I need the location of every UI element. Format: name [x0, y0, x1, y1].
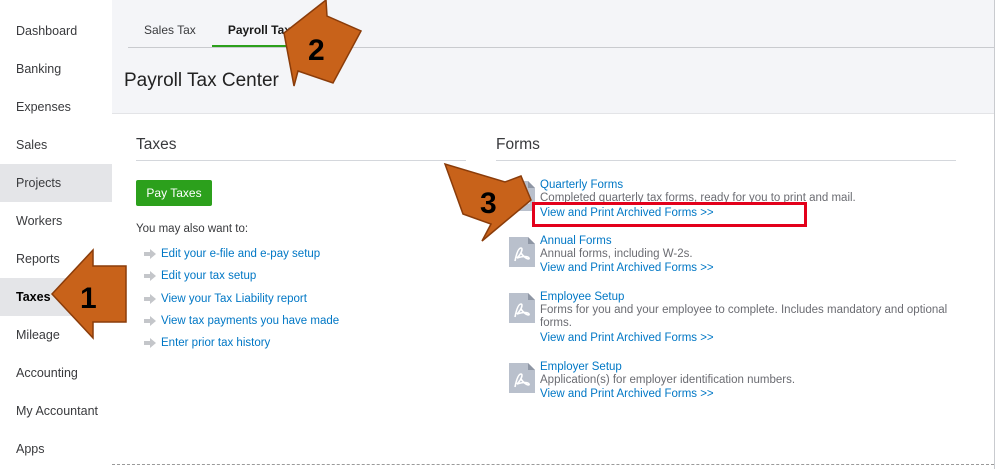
employer-setup-desc: Application(s) for employer identificati… [540, 374, 796, 386]
sidebar-item-reports[interactable]: Reports [0, 240, 112, 278]
employee-setup-desc: Forms for you and your employee to compl… [540, 304, 948, 329]
quarterly-forms-link[interactable]: Quarterly Forms [540, 179, 623, 191]
right-arrow-icon [144, 338, 156, 349]
tab-payroll-tax[interactable]: Payroll Tax [211, 14, 307, 48]
taxes-section-divider [136, 160, 466, 161]
tax-liability-report-link[interactable]: View your Tax Liability report [161, 293, 307, 305]
sidebar-item-banking[interactable]: Banking [0, 50, 112, 88]
taxes-section-title: Taxes [136, 136, 177, 153]
sidebar-item-apps[interactable]: Apps [0, 430, 112, 468]
forms-section-divider [496, 160, 956, 161]
tab-bar: Sales Tax Payroll Tax [128, 14, 307, 48]
sidebar-item-dashboard[interactable]: Dashboard [0, 12, 112, 50]
right-arrow-icon [144, 271, 156, 282]
sidebar-item-expenses[interactable]: Expenses [0, 88, 112, 126]
prior-tax-history-link[interactable]: Enter prior tax history [161, 337, 270, 349]
sidebar-item-projects[interactable]: Projects [0, 164, 112, 202]
pdf-document-icon [509, 363, 535, 393]
annual-archived-link[interactable]: View and Print Archived Forms >> [540, 262, 714, 274]
employee-setup-archived-link[interactable]: View and Print Archived Forms >> [540, 332, 714, 344]
list-item: Edit your e-file and e-pay setup [144, 243, 339, 265]
taxes-link-list: Edit your e-file and e-pay setup Edit yo… [144, 243, 339, 354]
edit-tax-setup-link[interactable]: Edit your tax setup [161, 270, 256, 282]
list-item: Enter prior tax history [144, 332, 339, 354]
pdf-document-icon [509, 237, 535, 267]
employee-setup-link[interactable]: Employee Setup [540, 291, 624, 303]
tax-payments-link[interactable]: View tax payments you have made [161, 315, 339, 327]
employer-setup-archived-link[interactable]: View and Print Archived Forms >> [540, 388, 714, 400]
bottom-dashed-rule [112, 464, 994, 466]
list-item: View tax payments you have made [144, 310, 339, 332]
right-arrow-icon [144, 293, 156, 304]
main-card: Taxes Pay Taxes You may also want to: Ed… [112, 113, 994, 469]
page-title: Payroll Tax Center [124, 70, 279, 91]
pay-taxes-button[interactable]: Pay Taxes [136, 180, 212, 206]
sidebar-item-sales[interactable]: Sales [0, 126, 112, 164]
right-arrow-icon [144, 316, 156, 327]
sidebar-item-taxes[interactable]: Taxes [0, 278, 112, 316]
annual-forms-desc: Annual forms, including W-2s. [540, 248, 693, 260]
highlight-box [532, 202, 807, 227]
right-arrow-icon [144, 249, 156, 260]
window-edge [994, 0, 998, 469]
forms-section-title: Forms [496, 136, 540, 153]
also-want-label: You may also want to: [136, 223, 249, 235]
sidebar-item-workers[interactable]: Workers [0, 202, 112, 240]
sidebar-item-mileage[interactable]: Mileage [0, 316, 112, 354]
sidebar: Dashboard Banking Expenses Sales Project… [0, 0, 112, 469]
tab-divider [128, 47, 994, 48]
page-header: Sales Tax Payroll Tax Payroll Tax Center [112, 0, 994, 113]
list-item: View your Tax Liability report [144, 288, 339, 310]
sidebar-item-accounting[interactable]: Accounting [0, 354, 112, 392]
annual-forms-link[interactable]: Annual Forms [540, 235, 612, 247]
sidebar-item-my-accountant[interactable]: My Accountant [0, 392, 112, 430]
tab-sales-tax[interactable]: Sales Tax [128, 14, 212, 48]
employer-setup-link[interactable]: Employer Setup [540, 361, 622, 373]
list-item: Edit your tax setup [144, 265, 339, 287]
edit-efile-link[interactable]: Edit your e-file and e-pay setup [161, 248, 320, 260]
pdf-document-icon [509, 293, 535, 323]
